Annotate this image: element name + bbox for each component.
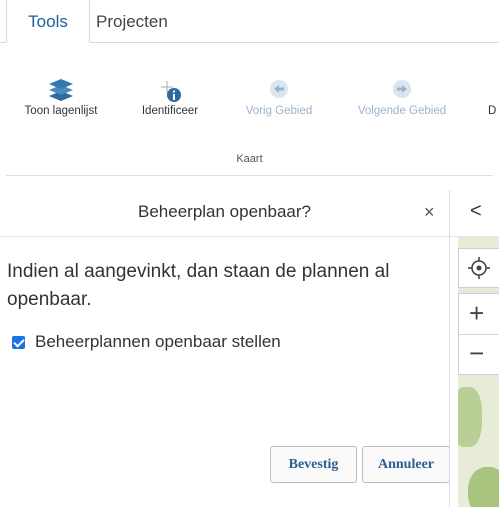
zoom-control: + − xyxy=(458,293,499,375)
clipped-ribbon-label: D xyxy=(488,105,497,117)
dialog-title: Beheerplan openbaar? xyxy=(138,202,311,221)
show-layers-label: Toon lagenlijst xyxy=(24,105,98,117)
ribbon-toolbar: Toon lagenlijst Identificeer Vorig Gebie… xyxy=(0,43,499,179)
publish-checkbox-label: Beheerplannen openbaar stellen xyxy=(35,332,281,351)
ribbon-group-label: Kaart xyxy=(236,153,263,165)
tab-projecten[interactable]: Projecten xyxy=(96,0,168,42)
dialog-message: Indien al aangevinkt, dan staan de plann… xyxy=(7,261,390,310)
ribbon-tabs: Tools Projecten xyxy=(0,0,499,43)
map-green-area xyxy=(468,467,499,507)
arrow-right-icon xyxy=(392,79,412,102)
arrow-left-icon xyxy=(269,79,289,102)
publish-checkbox-row[interactable]: Beheerplannen openbaar stellen xyxy=(12,332,281,352)
map-collapse-button[interactable]: < xyxy=(450,190,499,237)
zoom-out-button[interactable]: − xyxy=(459,335,499,374)
layers-icon xyxy=(48,79,74,104)
publish-plan-dialog: Beheerplan openbaar? × Indien al aangevi… xyxy=(0,190,450,507)
confirm-button[interactable]: Bevestig xyxy=(270,446,357,483)
identify-button[interactable]: Identificeer xyxy=(124,43,216,143)
tab-tools[interactable]: Tools xyxy=(6,0,90,43)
ribbon-divider xyxy=(6,175,493,176)
next-area-button[interactable]: Volgende Gebied xyxy=(346,43,458,143)
chevron-left-icon: < xyxy=(470,200,482,222)
cancel-button[interactable]: Annuleer xyxy=(362,446,450,483)
locate-icon xyxy=(467,256,491,285)
clipped-ribbon-item[interactable]: D xyxy=(488,43,499,143)
show-layers-button[interactable]: Toon lagenlijst xyxy=(6,43,116,143)
identify-label: Identificeer xyxy=(141,105,199,117)
previous-area-button[interactable]: Vorig Gebied xyxy=(228,43,330,143)
dialog-header: Beheerplan openbaar? × xyxy=(0,190,449,237)
map-panel: < + − xyxy=(449,190,499,507)
close-icon[interactable]: × xyxy=(424,202,435,223)
identify-icon xyxy=(157,79,183,106)
previous-area-label: Vorig Gebied xyxy=(245,105,313,117)
locate-button[interactable] xyxy=(458,248,499,288)
zoom-in-button[interactable]: + xyxy=(459,294,499,335)
map-green-area xyxy=(458,387,482,447)
publish-checkbox[interactable] xyxy=(12,335,25,349)
next-area-label: Volgende Gebied xyxy=(357,105,447,117)
